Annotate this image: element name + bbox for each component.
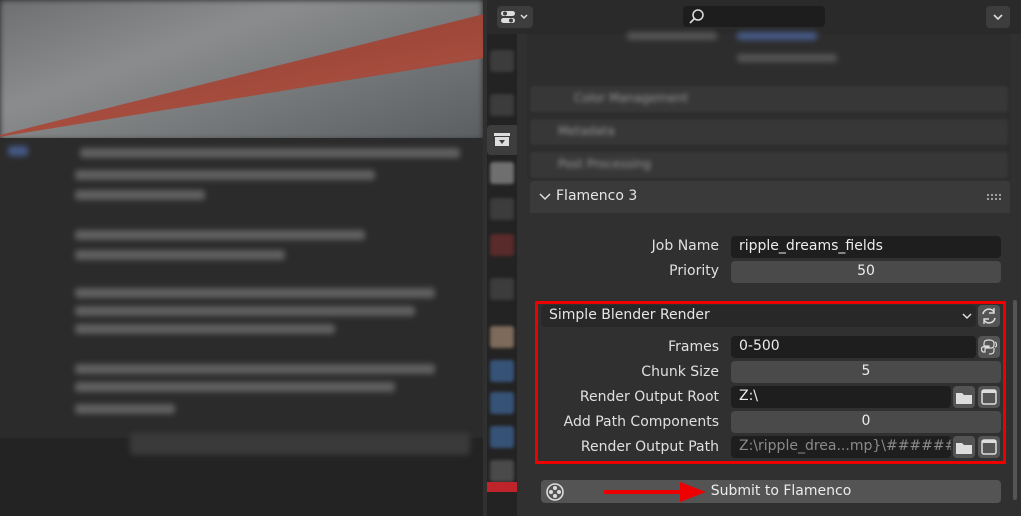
search-input[interactable] — [683, 6, 825, 27]
tab-physics[interactable] — [490, 426, 514, 448]
browse-path-button[interactable] — [953, 436, 975, 458]
frames-field[interactable]: 0-500 — [731, 336, 976, 358]
tab-view-layer[interactable] — [490, 162, 514, 184]
properties-editor-icon — [501, 11, 528, 23]
section-post-processing-label: Post Processing — [558, 157, 651, 171]
chunk-size-field[interactable]: 5 — [731, 361, 1001, 383]
section-metadata[interactable]: Metadata — [530, 119, 1008, 145]
render-output-path-label: Render Output Path — [580, 439, 719, 455]
text-editor-area — [0, 138, 483, 438]
tab-world[interactable] — [490, 234, 514, 256]
options-dropdown-button[interactable] — [986, 6, 1010, 28]
tab-output-active[interactable] — [487, 125, 517, 155]
refresh-icon — [982, 308, 996, 324]
window-icon — [981, 389, 997, 405]
folder-icon — [956, 443, 972, 454]
job-type-dropdown[interactable]: Simple Blender Render — [541, 305, 976, 327]
priority-label: Priority — [669, 263, 719, 279]
tab-constraints[interactable] — [490, 460, 514, 482]
tab-data-accent — [487, 482, 517, 492]
add-path-components-label: Add Path Components — [563, 414, 719, 430]
python-icon — [980, 339, 998, 355]
frames-python-button[interactable] — [978, 336, 1000, 358]
panel-scrollbar[interactable] — [1013, 300, 1017, 500]
job-type-value: Simple Blender Render — [549, 307, 710, 323]
tab-object[interactable] — [490, 326, 514, 348]
render-output-root-field[interactable]: Z:\ — [731, 386, 951, 408]
search-icon — [689, 9, 704, 24]
red-arrow-annotation — [604, 482, 706, 502]
section-color-management-label: Color Management — [574, 91, 689, 105]
timeline-controls — [130, 433, 470, 455]
tab-modifiers[interactable] — [490, 360, 514, 382]
section-post-processing[interactable]: Post Processing — [530, 152, 1008, 178]
chunk-size-label: Chunk Size — [641, 364, 719, 380]
tab-particles[interactable] — [490, 392, 514, 414]
job-name-field[interactable]: ripple_dreams_fields — [731, 236, 1001, 258]
render-output-path-field[interactable]: Z:\ripple_drea...mp}\###### — [731, 436, 951, 458]
chevron-down-icon — [962, 313, 972, 320]
blurred-viewport — [0, 0, 483, 516]
tab-tool[interactable] — [490, 50, 514, 72]
tab-collection[interactable] — [490, 278, 514, 300]
flamenco-panel-title: Flamenco 3 — [556, 188, 638, 204]
frames-label: Frames — [668, 339, 719, 355]
section-color-management[interactable]: Color Management — [530, 86, 1008, 112]
printer-icon — [494, 133, 510, 146]
job-name-label: Job Name — [651, 238, 719, 254]
window-icon — [981, 439, 997, 455]
add-path-components-field[interactable]: 0 — [731, 411, 1001, 433]
drag-handle-icon[interactable] — [986, 193, 1002, 201]
chevron-down-icon — [539, 193, 551, 201]
open-path-button[interactable] — [978, 436, 1000, 458]
section-metadata-label: Metadata — [558, 124, 615, 138]
render-output-root-label: Render Output Root — [579, 389, 719, 405]
editor-type-button[interactable] — [497, 6, 533, 28]
flamenco-panel-header[interactable]: Flamenco 3 — [530, 181, 1010, 213]
refresh-job-types-button[interactable] — [978, 305, 1000, 327]
browse-root-button[interactable] — [953, 386, 975, 408]
tab-render[interactable] — [490, 94, 514, 116]
folder-icon — [956, 393, 972, 404]
chevron-down-icon — [993, 14, 1003, 21]
open-root-button[interactable] — [978, 386, 1000, 408]
tab-scene[interactable] — [490, 198, 514, 220]
priority-field[interactable]: 50 — [731, 261, 1001, 283]
